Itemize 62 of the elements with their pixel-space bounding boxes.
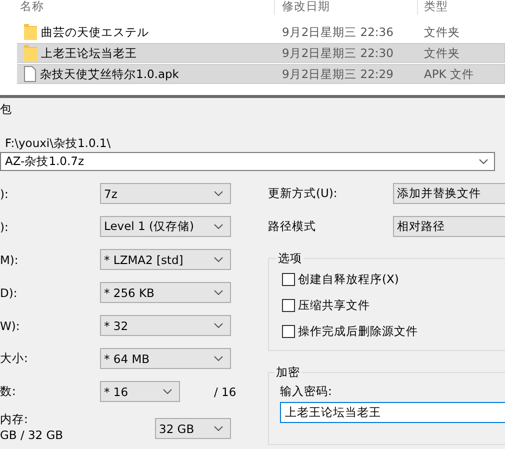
- dropdown[interactable]: 相对路径: [393, 216, 505, 237]
- checkbox-option[interactable]: 压缩共享文件: [282, 292, 505, 318]
- chevron-down-icon: [214, 356, 223, 361]
- dropdown[interactable]: * 256 KB: [100, 282, 231, 303]
- checkbox[interactable]: [282, 324, 295, 338]
- password-field[interactable]: 上老王论坛当老王: [280, 402, 505, 423]
- memory-usage: GB / 32 GB: [0, 427, 64, 443]
- checkbox-option[interactable]: 创建自释放程序(X): [282, 266, 505, 292]
- checkbox-option[interactable]: 操作完成后删除源文件: [282, 318, 505, 344]
- file-type: APK 文件: [423, 66, 474, 82]
- file-type: 文件夹: [423, 46, 460, 60]
- checkbox[interactable]: [282, 272, 295, 286]
- archive-path: F:\youxi\杂技1.0.1\: [4, 135, 112, 152]
- file-date: 9月2日星期三 22:30: [281, 46, 394, 60]
- setting-label: W):: [0, 318, 21, 332]
- archive-name-field[interactable]: AZ-杂技1.0.7z: [0, 152, 495, 171]
- setting-label: M):: [0, 252, 20, 266]
- dropdown[interactable]: * LZMA2 [std]: [100, 249, 231, 270]
- chevron-down-icon: [214, 191, 223, 196]
- setting-label: 内存:: [0, 411, 29, 427]
- file-name: 杂技天使艾丝特尔1.0.apk: [40, 66, 179, 82]
- dropdown[interactable]: Level 1 (仅存储): [100, 216, 231, 237]
- chevron-down-icon: [214, 323, 223, 328]
- file-name: 曲芸の天使エステル: [41, 24, 149, 40]
- dropdown[interactable]: * 32: [100, 315, 231, 336]
- file-row[interactable]: 杂技天使艾丝特尔1.0.apk 9月2日星期三 22:29 APK 文件: [17, 64, 505, 84]
- chevron-down-icon: [479, 159, 488, 164]
- dropdown[interactable]: 7z: [100, 183, 231, 204]
- file-row[interactable]: 曲芸の天使エステル 9月2日星期三 22:36 文件夹: [17, 22, 505, 42]
- password-label: 输入密码:: [280, 384, 333, 400]
- dropdown[interactable]: 添加并替换文件: [393, 183, 505, 204]
- chevron-down-icon: [163, 389, 172, 394]
- file-name: 上老王论坛当老王: [41, 46, 137, 60]
- file-icon: [24, 66, 36, 82]
- file-date: 9月2日星期三 22:29: [281, 66, 394, 82]
- setting-label: 大小:: [0, 351, 29, 366]
- file-date: 9月2日星期三 22:36: [281, 24, 394, 40]
- chevron-down-icon: [214, 426, 223, 431]
- setting-label: ):: [0, 220, 10, 234]
- group-title: 选项: [277, 251, 303, 266]
- checkbox[interactable]: [282, 298, 295, 312]
- folder-icon: [24, 24, 37, 40]
- dialog-title: 包: [0, 101, 13, 118]
- chevron-down-icon: [214, 290, 223, 295]
- column-header[interactable]: 名称: [0, 0, 275, 15]
- chevron-down-icon: [214, 257, 223, 262]
- dropdown[interactable]: * 64 MB: [100, 348, 231, 369]
- folder-icon: [24, 45, 37, 61]
- column-header[interactable]: 修改日期: [275, 0, 418, 15]
- dropdown[interactable]: 32 GB: [155, 418, 231, 439]
- column-header[interactable]: 类型: [418, 0, 448, 22]
- file-type: 文件夹: [423, 24, 460, 40]
- setting-label: 路径模式: [268, 219, 317, 234]
- file-row[interactable]: 上老王论坛当老王 9月2日星期三 22:30 文件夹: [17, 43, 505, 63]
- setting-label: 数:: [0, 384, 17, 399]
- thread-count: / 16: [214, 384, 236, 398]
- setting-label: D):: [0, 286, 18, 300]
- setting-label: 更新方式(U):: [268, 186, 338, 201]
- group-title: 加密: [275, 365, 301, 380]
- chevron-down-icon: [214, 224, 223, 229]
- setting-label: ):: [0, 186, 10, 200]
- dropdown[interactable]: * 16: [100, 381, 180, 402]
